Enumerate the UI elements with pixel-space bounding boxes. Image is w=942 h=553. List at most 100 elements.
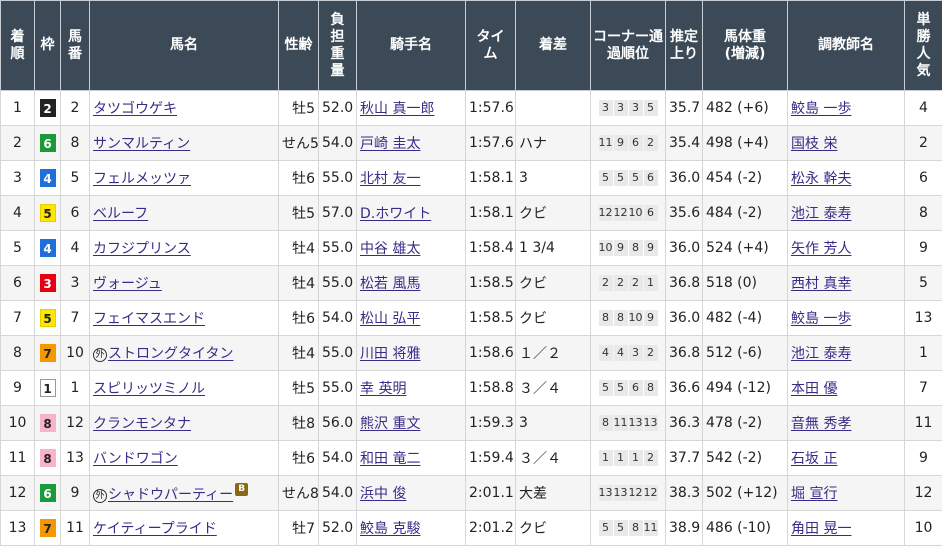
horse-name-link[interactable]: バンドワゴン <box>93 451 178 467</box>
trainer-link[interactable]: 鮫島 一歩 <box>791 101 851 117</box>
trainer-link[interactable]: 矢作 芳人 <box>791 241 851 257</box>
jockey-link[interactable]: 北村 友一 <box>360 171 420 187</box>
horse-name-cell: ベルーフ <box>89 195 279 231</box>
horse-number: 6 <box>60 195 90 231</box>
corner-position: 6 <box>628 380 643 396</box>
corner-position: 6 <box>628 135 643 151</box>
result-row: 6 3 3 ヴォージュ 牡4 55.0 松若 風馬 1:58.5 クビ 2 2 2 1 36.8 518 (… <box>0 265 942 301</box>
trainer-link[interactable]: 鮫島 一歩 <box>791 311 851 327</box>
corner-position: 10 <box>598 240 613 256</box>
jockey-link[interactable]: 和田 竜二 <box>360 451 420 467</box>
margin: クビ <box>515 510 591 546</box>
corner-position: 8 <box>628 240 643 256</box>
horse-name-link[interactable]: シャドウパーティー <box>108 487 233 503</box>
waku-cell: 5 <box>34 195 61 231</box>
result-row: 12 6 9 外シャドウパーティー B せん8 54.0 浜中 俊 2:01.1 大差 13 13 12… <box>0 475 942 511</box>
trainer-link[interactable]: 石坂 正 <box>791 451 837 467</box>
sex-age: 牡6 <box>278 160 319 196</box>
last-3f: 35.4 <box>665 125 703 161</box>
corner-positions: 5556 <box>598 170 658 186</box>
finish-position: 2 <box>0 125 35 161</box>
trainer-cell: 矢作 芳人 <box>787 230 905 266</box>
weight-carried: 55.0 <box>318 160 357 196</box>
horse-name-link[interactable]: カフジプリンス <box>93 241 191 257</box>
corner-position: 12 <box>628 485 643 501</box>
last-3f: 36.0 <box>665 230 703 266</box>
last-3f: 35.7 <box>665 90 703 126</box>
header-time[interactable]: タイム <box>465 0 516 91</box>
jockey-link[interactable]: 浜中 俊 <box>360 486 406 502</box>
finish-position: 12 <box>0 475 35 511</box>
jockey-link[interactable]: 秋山 真一郎 <box>360 101 434 117</box>
trainer-link[interactable]: 堀 宣行 <box>791 486 837 502</box>
jockey-link[interactable]: 松山 弘平 <box>360 311 420 327</box>
jockey-link[interactable]: 川田 将雅 <box>360 346 420 362</box>
trainer-link[interactable]: 国枝 栄 <box>791 136 837 152</box>
trainer-link[interactable]: 本田 優 <box>791 381 837 397</box>
jockey-link[interactable]: 松若 風馬 <box>360 276 420 292</box>
horse-name-link[interactable]: フェルメッツァ <box>93 171 191 187</box>
sex-age: 牡4 <box>278 230 319 266</box>
horse-name-link[interactable]: ベルーフ <box>93 206 148 222</box>
header-seirei[interactable]: 性齢 <box>278 0 319 91</box>
header-chokyoshi[interactable]: 調教師名 <box>787 0 905 91</box>
horse-number: 2 <box>60 90 90 126</box>
horse-name-link[interactable]: フェイマスエンド <box>93 311 205 327</box>
trainer-link[interactable]: 池江 泰寿 <box>791 206 851 222</box>
jockey-cell: 北村 友一 <box>356 160 466 196</box>
jockey-link[interactable]: 熊沢 重文 <box>360 416 420 432</box>
horse-name-link[interactable]: クランモンタナ <box>93 416 191 432</box>
horse-name-link[interactable]: スピリッツミノル <box>93 381 205 397</box>
horse-name-cell: 外シャドウパーティー B <box>89 475 279 511</box>
corner-position: 9 <box>613 135 628 151</box>
trainer-link[interactable]: 松永 幹夫 <box>791 171 851 187</box>
corner-positions: 5568 <box>598 380 658 396</box>
header-kishu[interactable]: 騎手名 <box>356 0 466 91</box>
weight-carried: 55.0 <box>318 370 357 406</box>
header-chakusa[interactable]: 着差 <box>515 0 591 91</box>
header-bataiju[interactable]: 馬体重 (増減) <box>702 0 788 91</box>
result-row: 3 4 5 フェルメッツァ 牡6 55.0 北村 友一 1:58.1 3 5 5 5 6 36.0 454 … <box>0 160 942 196</box>
waku-cell: 3 <box>34 265 61 301</box>
horse-name-cell: スピリッツミノル <box>89 370 279 406</box>
finish-position: 1 <box>0 90 35 126</box>
jockey-link[interactable]: 中谷 雄太 <box>360 241 420 257</box>
result-row: 13 7 11 ケイティープライド 牡7 52.0 鮫島 克駿 2:01.2 クビ 5 5 8 11 38… <box>0 510 942 546</box>
horse-name-link[interactable]: サンマルティン <box>93 136 190 152</box>
trainer-link[interactable]: 池江 泰寿 <box>791 346 851 362</box>
horse-name-link[interactable]: ストロングタイタン <box>108 346 233 362</box>
header-ninki[interactable]: 単勝人気 <box>904 0 942 91</box>
weight-carried: 52.0 <box>318 90 357 126</box>
jockey-link[interactable]: 鮫島 克駿 <box>360 521 420 537</box>
trainer-cell: 鮫島 一歩 <box>787 90 905 126</box>
corner-position: 11 <box>598 135 613 151</box>
header-corner[interactable]: コーナー通過順位 <box>590 0 666 91</box>
horse-name-link[interactable]: ケイティープライド <box>93 521 217 537</box>
corner-positions: 5 5 8 11 <box>598 520 658 536</box>
trainer-link[interactable]: 西村 真幸 <box>791 276 851 292</box>
jockey-link[interactable]: 戸崎 圭太 <box>360 136 420 152</box>
trainer-cell: 西村 真幸 <box>787 265 905 301</box>
jockey-link[interactable]: 幸 英明 <box>360 381 406 397</box>
header-chakujun[interactable]: 着順 <box>0 0 35 91</box>
header-bamei[interactable]: 馬名 <box>89 0 279 91</box>
horse-number: 11 <box>60 510 90 546</box>
finish-position: 3 <box>0 160 35 196</box>
trainer-link[interactable]: 音無 秀孝 <box>791 416 851 432</box>
horse-name-link[interactable]: タツゴウゲキ <box>93 101 177 117</box>
corner-position: 2 <box>628 275 643 291</box>
jockey-link[interactable]: D.ホワイト <box>360 206 431 222</box>
header-agari[interactable]: 推定上り <box>665 0 703 91</box>
body-weight: 502 (+12) <box>702 475 788 511</box>
finish-position: 6 <box>0 265 35 301</box>
race-time: 1:58.5 <box>465 300 516 336</box>
body-weight: 524 (+4) <box>702 230 788 266</box>
header-waku[interactable]: 枠 <box>34 0 61 91</box>
header-umaban[interactable]: 馬番 <box>60 0 90 91</box>
horse-name-link[interactable]: ヴォージュ <box>93 276 162 292</box>
waku-cell: 6 <box>34 475 61 511</box>
corner-position: 9 <box>643 310 658 326</box>
header-futan[interactable]: 負担重量 <box>318 0 357 91</box>
results-body: 1 2 2 タツゴウゲキ 牡5 52.0 秋山 真一郎 1:57.6 3 3 3 5 35.7 482 (… <box>0 90 942 546</box>
trainer-link[interactable]: 角田 晃一 <box>791 521 851 537</box>
